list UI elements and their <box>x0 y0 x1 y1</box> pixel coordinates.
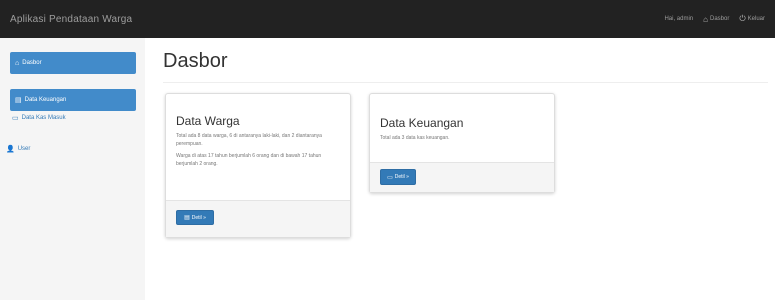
list-icon: ▤ <box>184 215 190 221</box>
card-title: Data Keuangan <box>380 116 464 130</box>
sidebar-item-finance-in[interactable]: ▭ Data Kas Masuk <box>10 111 136 125</box>
user-icon: 👤 <box>6 145 15 153</box>
card-data-keuangan: Data Keuangan Total ada 3 data kas keuan… <box>369 93 555 193</box>
sidebar-nav-finance: ▤ Data Keuangan ▭ Data Kas Masuk <box>10 89 136 125</box>
sidebar-item-user[interactable]: 👤 User <box>6 142 30 155</box>
card-footer: ▭ Detil » <box>370 162 554 192</box>
card-body: Data Keuangan Total ada 3 data kas keuan… <box>370 94 554 142</box>
sidebar-item-label: Data Keuangan <box>24 97 67 103</box>
navbar-dashboard-link[interactable]: ⌂ Dasbor <box>703 15 729 24</box>
detail-button-label: Detil » <box>191 214 206 221</box>
card-text: Total ada 8 data warga, 6 di antaranya l… <box>176 133 322 147</box>
list-icon: ▤ <box>15 97 22 104</box>
card-body: Data Warga Total ada 8 data warga, 6 di … <box>166 94 350 168</box>
card-text: Total ada 3 data kas keuangan. <box>380 135 450 141</box>
sidebar-item-label: Data Kas Masuk <box>21 115 66 121</box>
sidebar-item-dashboard[interactable]: ⌂ Dasbor <box>10 52 136 74</box>
power-icon: ⏻ <box>739 14 746 23</box>
navbar-logout-link[interactable]: ⏻ Keluar <box>739 14 765 24</box>
sidebar-nav-top: ⌂ Dasbor <box>10 52 136 74</box>
card-footer: ▤ Detil » <box>166 200 350 237</box>
navbar-logout-label: Keluar <box>747 16 765 22</box>
app-brand[interactable]: Aplikasi Pendataan Warga <box>10 14 132 25</box>
sidebar-item-label: User <box>17 145 31 152</box>
detail-button-label: Detil » <box>394 174 409 180</box>
navbar-greeting: Hai, admin <box>664 16 694 22</box>
title-divider <box>163 82 768 83</box>
sidebar-subnav: ▭ Data Kas Masuk <box>10 111 136 125</box>
home-icon: ⌂ <box>15 59 20 67</box>
home-icon: ⌂ <box>703 14 708 24</box>
card-text: Warga di atas 17 tahun berjumlah 6 orang… <box>176 153 322 167</box>
sidebar: ⌂ Dasbor ▤ Data Keuangan ▭ Data Kas Masu… <box>0 38 145 300</box>
detail-button[interactable]: ▭ Detil » <box>380 169 416 185</box>
navbar-right: Hai, admin ⌂ Dasbor ⏻ Keluar <box>664 14 765 24</box>
sidebar-item-label: Dasbor <box>22 60 42 66</box>
top-navbar: Aplikasi Pendataan Warga Hai, admin ⌂ Da… <box>0 0 775 38</box>
card-title: Data Warga <box>176 114 240 128</box>
navbar-dashboard-label: Dasbor <box>709 16 730 22</box>
main-content: Dasbor Data Warga Total ada 8 data warga… <box>145 38 775 300</box>
page-title: Dasbor <box>163 50 228 72</box>
detail-button[interactable]: ▤ Detil » <box>176 210 214 225</box>
sidebar-nav-user: 👤 User <box>6 142 30 155</box>
book-icon: ▭ <box>12 115 19 122</box>
card-data-warga: Data Warga Total ada 8 data warga, 6 di … <box>165 93 351 238</box>
book-icon: ▭ <box>387 174 393 181</box>
sidebar-item-finance[interactable]: ▤ Data Keuangan <box>10 89 136 111</box>
